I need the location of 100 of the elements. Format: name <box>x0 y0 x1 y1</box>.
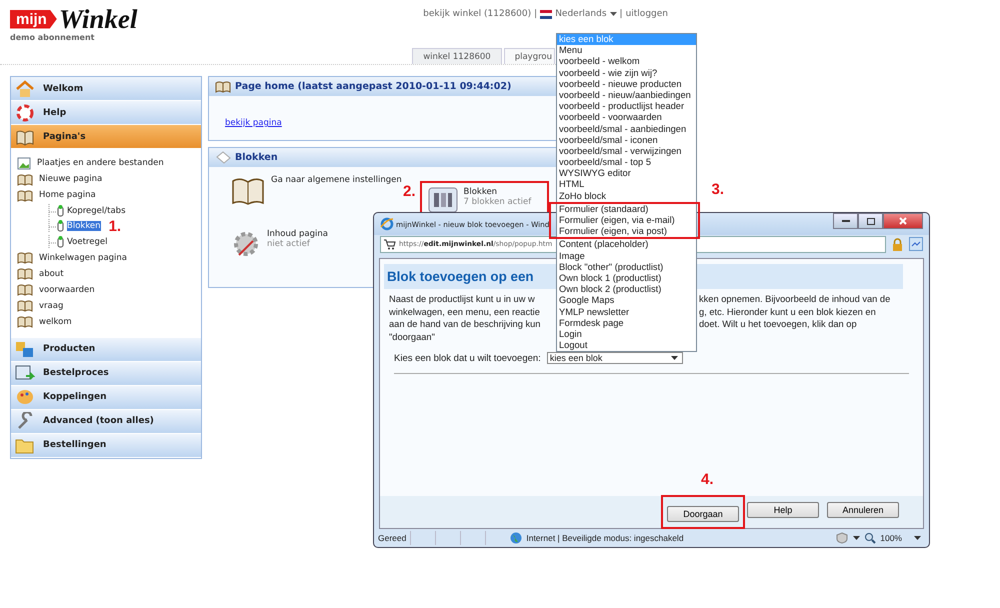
sidebar-section[interactable]: Koppelingen <box>11 386 201 410</box>
plan-label: demo abonnement <box>10 33 96 42</box>
step-number: 4. <box>701 471 714 488</box>
dropdown-option[interactable]: ZoHo block <box>557 190 696 202</box>
dropdown-option[interactable]: voorbeeld - nieuw/aanbiedingen <box>557 90 696 102</box>
maximize-button[interactable] <box>858 213 883 229</box>
tab[interactable]: winkel 1128600 <box>412 48 502 64</box>
dropdown-option[interactable]: Menu <box>557 45 696 56</box>
palette-icon <box>15 388 35 406</box>
block-link[interactable]: Blokken <box>67 221 101 232</box>
book-icon <box>17 283 33 296</box>
step-number: 3. <box>711 180 724 198</box>
browser-icon <box>380 217 394 231</box>
block-link[interactable]: Voetregel <box>67 236 108 247</box>
page-link[interactable]: vraag <box>39 300 64 310</box>
separator-text: | <box>620 9 623 19</box>
select-label: Kies een blok dat u wilt toevoegen: <box>394 352 541 364</box>
intro-text: aan de hand van de beschrijving kun <box>389 318 542 330</box>
page-link[interactable]: Winkelwagen pagina <box>39 252 128 262</box>
book-icon <box>15 128 35 146</box>
block-link[interactable]: Kopregel/tabs <box>67 206 126 216</box>
dropdown-option[interactable]: Block "other" (productlist) <box>557 262 696 273</box>
book-icon <box>215 80 231 93</box>
intro-text: kken opnemen. Bijvoorbeeld de inhoud van de <box>699 293 892 306</box>
sidebar-section[interactable]: Pagina's <box>11 125 201 149</box>
page-link[interactable]: Nieuwe pagina <box>39 174 102 184</box>
minimize-icon <box>842 220 850 222</box>
caret-icon <box>610 12 617 16</box>
dropdown-option[interactable]: Google Maps <box>557 295 696 306</box>
globe-icon <box>510 532 522 544</box>
sidebar-section[interactable]: Help <box>11 101 201 125</box>
language-menu[interactable]: Nederlands <box>555 9 607 19</box>
sidebar-section[interactable]: Welkom <box>11 77 201 101</box>
cart-icon <box>384 238 396 250</box>
view-page-link[interactable]: bekijk pagina <box>225 118 282 128</box>
intro-text: doet. Wilt u het toevoegen, klik dan op <box>699 318 858 330</box>
book-icon <box>17 251 33 264</box>
dropdown-option[interactable]: voorbeeld - nieuwe producten <box>557 78 696 90</box>
page-icon <box>909 237 923 251</box>
dropdown-option[interactable]: HTML <box>557 179 696 191</box>
page-link[interactable]: Home pagina <box>39 190 96 200</box>
dropdown-option[interactable]: voorbeeld/smal - verwijzingen <box>557 146 696 158</box>
dropdown-option[interactable]: Image <box>557 250 696 262</box>
intro-text: g, etc. Hieronder kunt u een blok kiezen en <box>699 306 877 318</box>
lifebuoy-icon <box>15 104 35 122</box>
dropdown-option[interactable]: voorbeeld - welkom <box>557 56 696 68</box>
dropdown-option[interactable]: voorbeeld - wie zijn wij? <box>557 68 696 79</box>
minimize-button[interactable] <box>833 213 858 229</box>
dropdown-option[interactable]: WYSIWYG editor <box>557 168 696 180</box>
dropdown-option[interactable]: YMLP newsletter <box>557 306 696 318</box>
cancel-button[interactable]: Annuleren <box>827 502 899 518</box>
block-title[interactable]: Inhoud pagina <box>267 229 328 239</box>
book-icon <box>17 188 33 202</box>
block-title[interactable]: Blokken <box>464 187 532 197</box>
image-file-icon <box>17 156 31 170</box>
dropdown-option[interactable]: voorbeeld/smal - iconen <box>557 134 696 146</box>
dropdown-option[interactable]: Own block 1 (productlist) <box>557 272 696 284</box>
caret-icon <box>853 536 860 540</box>
block-select[interactable]: kies een blok <box>546 352 683 364</box>
house-icon <box>15 80 35 98</box>
page-link[interactable]: voorwaarden <box>39 284 95 294</box>
step-number: 2. <box>403 183 416 200</box>
security-zone-text: Internet | Beveiligde modus: ingeschakeld <box>526 533 684 543</box>
separator-text: | <box>534 9 538 19</box>
status-text: Gereed <box>378 533 406 543</box>
dropdown-option[interactable]: Content (placeholder) <box>557 239 696 251</box>
dropdown-option[interactable]: Logout <box>557 340 696 352</box>
panel-title: Page home (laatst aangepast 2010-01-11 09:44:02) <box>235 81 512 92</box>
sidebar-section[interactable]: Advanced (toon alles) <box>11 410 201 434</box>
sidebar-section[interactable]: Bestelproces <box>11 362 201 386</box>
panel-title: Blokken <box>235 152 278 163</box>
dropdown-option[interactable]: Login <box>557 328 696 340</box>
dropdown-option[interactable]: Formdesk page <box>557 318 696 329</box>
page-link[interactable]: welkom <box>39 316 72 326</box>
dropdown-option[interactable]: voorbeeld/smal - aanbiedingen <box>557 124 696 135</box>
dropdown-option[interactable]: Formulier (eigen, via e-mail) <box>557 215 698 226</box>
dropdown-option[interactable]: voorbeeld - productlijst header <box>557 101 696 112</box>
caret-icon <box>670 356 678 360</box>
book-icon <box>17 299 33 312</box>
view-shop-link[interactable]: bekijk winkel (1128600) <box>423 9 532 19</box>
close-button[interactable] <box>883 213 923 229</box>
book-icon <box>17 267 33 280</box>
dropdown-option[interactable]: voorbeeld/smal - top 5 <box>557 157 696 168</box>
page-link[interactable]: about <box>39 268 64 278</box>
block-status: 7 blokken actief <box>464 197 532 207</box>
continue-button[interactable]: Doorgaan <box>667 506 739 522</box>
zoom-level[interactable]: 100% <box>880 533 902 543</box>
dropdown-option[interactable]: Formulier (eigen, via post) <box>557 226 698 238</box>
book-icon <box>17 172 33 186</box>
dropdown-option[interactable]: Formulier (standaard) <box>557 204 698 215</box>
boxes-icon <box>15 340 35 358</box>
dropdown-option[interactable]: voorbeeld - voorwaarden <box>557 112 696 124</box>
help-button[interactable]: Help <box>747 502 819 518</box>
sidebar-section[interactable]: Producten <box>11 338 201 362</box>
tab[interactable]: playgrou <box>504 48 555 64</box>
block-status: niet actief <box>267 239 311 249</box>
logout-link[interactable]: uitloggen <box>626 9 668 19</box>
block-title[interactable]: Ga naar algemene instellingen <box>271 175 402 185</box>
page-link[interactable]: Plaatjes en andere bestanden <box>37 158 164 168</box>
sidebar-section[interactable]: Bestellingen <box>11 434 201 458</box>
